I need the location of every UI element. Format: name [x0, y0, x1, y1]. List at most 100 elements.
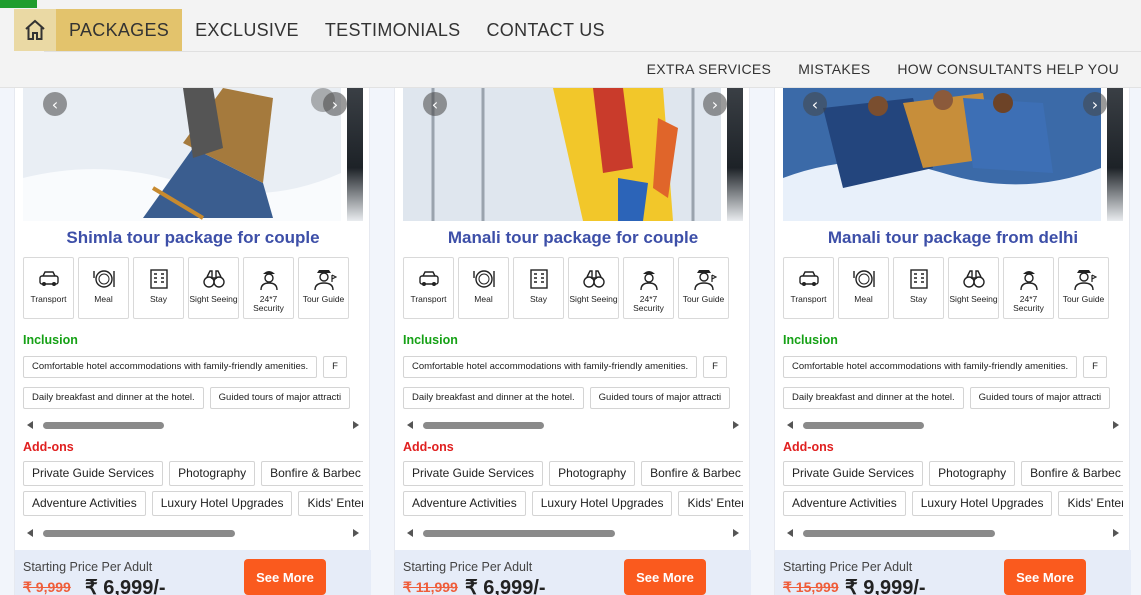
meal-icon — [852, 270, 875, 288]
scroll-right-icon[interactable] — [733, 529, 739, 537]
scroll-thumb[interactable] — [423, 530, 615, 537]
price-section: Starting Price Per Adult ₹ 11,999 ₹ 6,99… — [395, 550, 751, 595]
addon-chip[interactable]: Kids' Enter — [298, 491, 363, 516]
carousel-next-icon[interactable]: › — [323, 92, 347, 116]
addon-chip[interactable]: Adventure Activities — [23, 491, 146, 516]
package-image-carousel[interactable]: ‹ › — [783, 88, 1123, 221]
nav-contact-us[interactable]: CONTACT US — [473, 9, 617, 51]
scroll-left-icon[interactable] — [27, 529, 33, 537]
scroll-thumb[interactable] — [423, 422, 544, 429]
addon-chip[interactable]: Luxury Hotel Upgrades — [151, 491, 293, 516]
nav-testimonials[interactable]: TESTIMONIALS — [312, 9, 474, 51]
package-image-carousel[interactable]: ‹ › — [403, 88, 743, 221]
addon-chip[interactable]: Adventure Activities — [403, 491, 526, 516]
addon-chip[interactable]: Bonfire & Barbec — [1021, 461, 1123, 486]
addon-chip[interactable]: Luxury Hotel Upgrades — [911, 491, 1053, 516]
hotel-icon — [529, 269, 548, 289]
feature-tile: Sight Seeing — [188, 257, 239, 319]
price-label: Starting Price Per Adult — [23, 560, 153, 574]
addon-chip[interactable]: Kids' Enter — [1058, 491, 1123, 516]
scroll-thumb[interactable] — [43, 422, 164, 429]
scroll-thumb[interactable] — [43, 530, 235, 537]
scroll-right-icon[interactable] — [1113, 421, 1119, 429]
package-title[interactable]: Manali tour package from delhi — [775, 228, 1131, 248]
feature-label: Transport — [410, 294, 447, 304]
carousel-next-icon[interactable]: › — [1083, 92, 1107, 116]
package-card: ‹ › Manali tour package from delhi Trans… — [774, 88, 1131, 595]
addons-scrollbar[interactable] — [783, 527, 1123, 539]
scroll-right-icon[interactable] — [353, 421, 359, 429]
addons-scrollbar[interactable] — [23, 527, 363, 539]
inclusion-chip: F — [703, 356, 727, 378]
inclusion-scrollbar[interactable] — [403, 419, 743, 431]
scroll-thumb[interactable] — [803, 422, 924, 429]
addons-heading: Add-ons — [783, 440, 834, 454]
nav-extra-services[interactable]: EXTRA SERVICES — [647, 61, 772, 77]
feature-label: Tour Guide — [1062, 294, 1105, 304]
addon-chip[interactable]: Photography — [169, 461, 256, 486]
carousel-prev-icon[interactable]: ‹ — [803, 92, 827, 116]
scroll-right-icon[interactable] — [353, 529, 359, 537]
feature-tile: Stay — [893, 257, 944, 319]
addon-chip[interactable]: Luxury Hotel Upgrades — [531, 491, 673, 516]
addon-chip[interactable]: Kids' Enter — [678, 491, 743, 516]
discounted-price: ₹ 9,999/- — [845, 577, 926, 595]
scroll-right-icon[interactable] — [733, 421, 739, 429]
feature-tile: Tour Guide — [1058, 257, 1109, 319]
feature-label: Tour Guide — [682, 294, 725, 304]
feature-label: Tour Guide — [302, 294, 345, 304]
package-title[interactable]: Shimla tour package for couple — [15, 228, 371, 248]
carousel-prev-icon[interactable]: ‹ — [423, 92, 447, 116]
feature-tile: 24*7 Security — [243, 257, 294, 319]
inclusion-heading: Inclusion — [783, 333, 838, 347]
inclusion-scrollbar[interactable] — [783, 419, 1123, 431]
see-more-button[interactable]: See More — [244, 559, 326, 595]
feature-list: Transport Meal Stay Sight Seeing 24*7 Securi… — [783, 257, 1109, 319]
scroll-left-icon[interactable] — [27, 421, 33, 429]
carousel-prev-icon[interactable]: ‹ — [43, 92, 67, 116]
scroll-left-icon[interactable] — [787, 421, 793, 429]
addon-chip[interactable]: Adventure Activities — [783, 491, 906, 516]
addon-chip[interactable]: Bonfire & Barbec — [641, 461, 743, 486]
addon-chip[interactable]: Photography — [549, 461, 636, 486]
scroll-left-icon[interactable] — [407, 529, 413, 537]
inclusion-chip: Daily breakfast and dinner at the hotel. — [783, 387, 964, 409]
feature-label: Stay — [909, 294, 927, 304]
nav-how-consultants-help[interactable]: HOW CONSULTANTS HELP YOU — [897, 61, 1119, 77]
home-button[interactable] — [14, 9, 56, 51]
addons-row-2: Adventure Activities Luxury Hotel Upgrade… — [23, 491, 363, 516]
top-navigation: PACKAGES EXCLUSIVE TESTIMONIALS CONTACT … — [0, 0, 1141, 88]
feature-list: Transport Meal Stay Sight Seeing 24*7 Securi… — [23, 257, 349, 319]
addon-chip[interactable]: Bonfire & Barbec — [261, 461, 363, 486]
feature-label: 24*7 Security — [633, 294, 664, 313]
inclusion-scrollbar[interactable] — [23, 419, 363, 431]
brand-corner-mark — [0, 0, 37, 8]
nav-packages[interactable]: PACKAGES — [56, 9, 183, 51]
addons-scrollbar[interactable] — [403, 527, 743, 539]
addon-chip[interactable]: Private Guide Services — [783, 461, 924, 486]
next-photo-preview — [347, 88, 363, 221]
scroll-thumb[interactable] — [803, 530, 995, 537]
carousel-next-icon[interactable]: › — [703, 92, 727, 116]
inclusion-row-1: Comfortable hotel accommodations with fa… — [403, 356, 743, 378]
nav-exclusive[interactable]: EXCLUSIVE — [182, 9, 312, 51]
inclusion-chip: F — [323, 356, 347, 378]
see-more-button[interactable]: See More — [624, 559, 706, 595]
package-image-carousel[interactable]: ‹ › — [23, 88, 363, 221]
scroll-left-icon[interactable] — [407, 421, 413, 429]
meal-icon — [472, 270, 495, 288]
feature-label: 24*7 Security — [253, 294, 284, 313]
inclusion-row-2: Daily breakfast and dinner at the hotel.… — [23, 387, 363, 409]
nav-mistakes[interactable]: MISTAKES — [798, 61, 870, 77]
hotel-icon — [149, 269, 168, 289]
meal-icon — [92, 270, 115, 288]
original-price: ₹ 11,999 — [403, 579, 458, 595]
addon-chip[interactable]: Private Guide Services — [23, 461, 164, 486]
package-title[interactable]: Manali tour package for couple — [395, 228, 751, 248]
scroll-right-icon[interactable] — [1113, 529, 1119, 537]
see-more-button[interactable]: See More — [1004, 559, 1086, 595]
addon-chip[interactable]: Private Guide Services — [403, 461, 544, 486]
addon-chip[interactable]: Photography — [929, 461, 1016, 486]
scroll-left-icon[interactable] — [787, 529, 793, 537]
feature-tile: Transport — [23, 257, 74, 319]
